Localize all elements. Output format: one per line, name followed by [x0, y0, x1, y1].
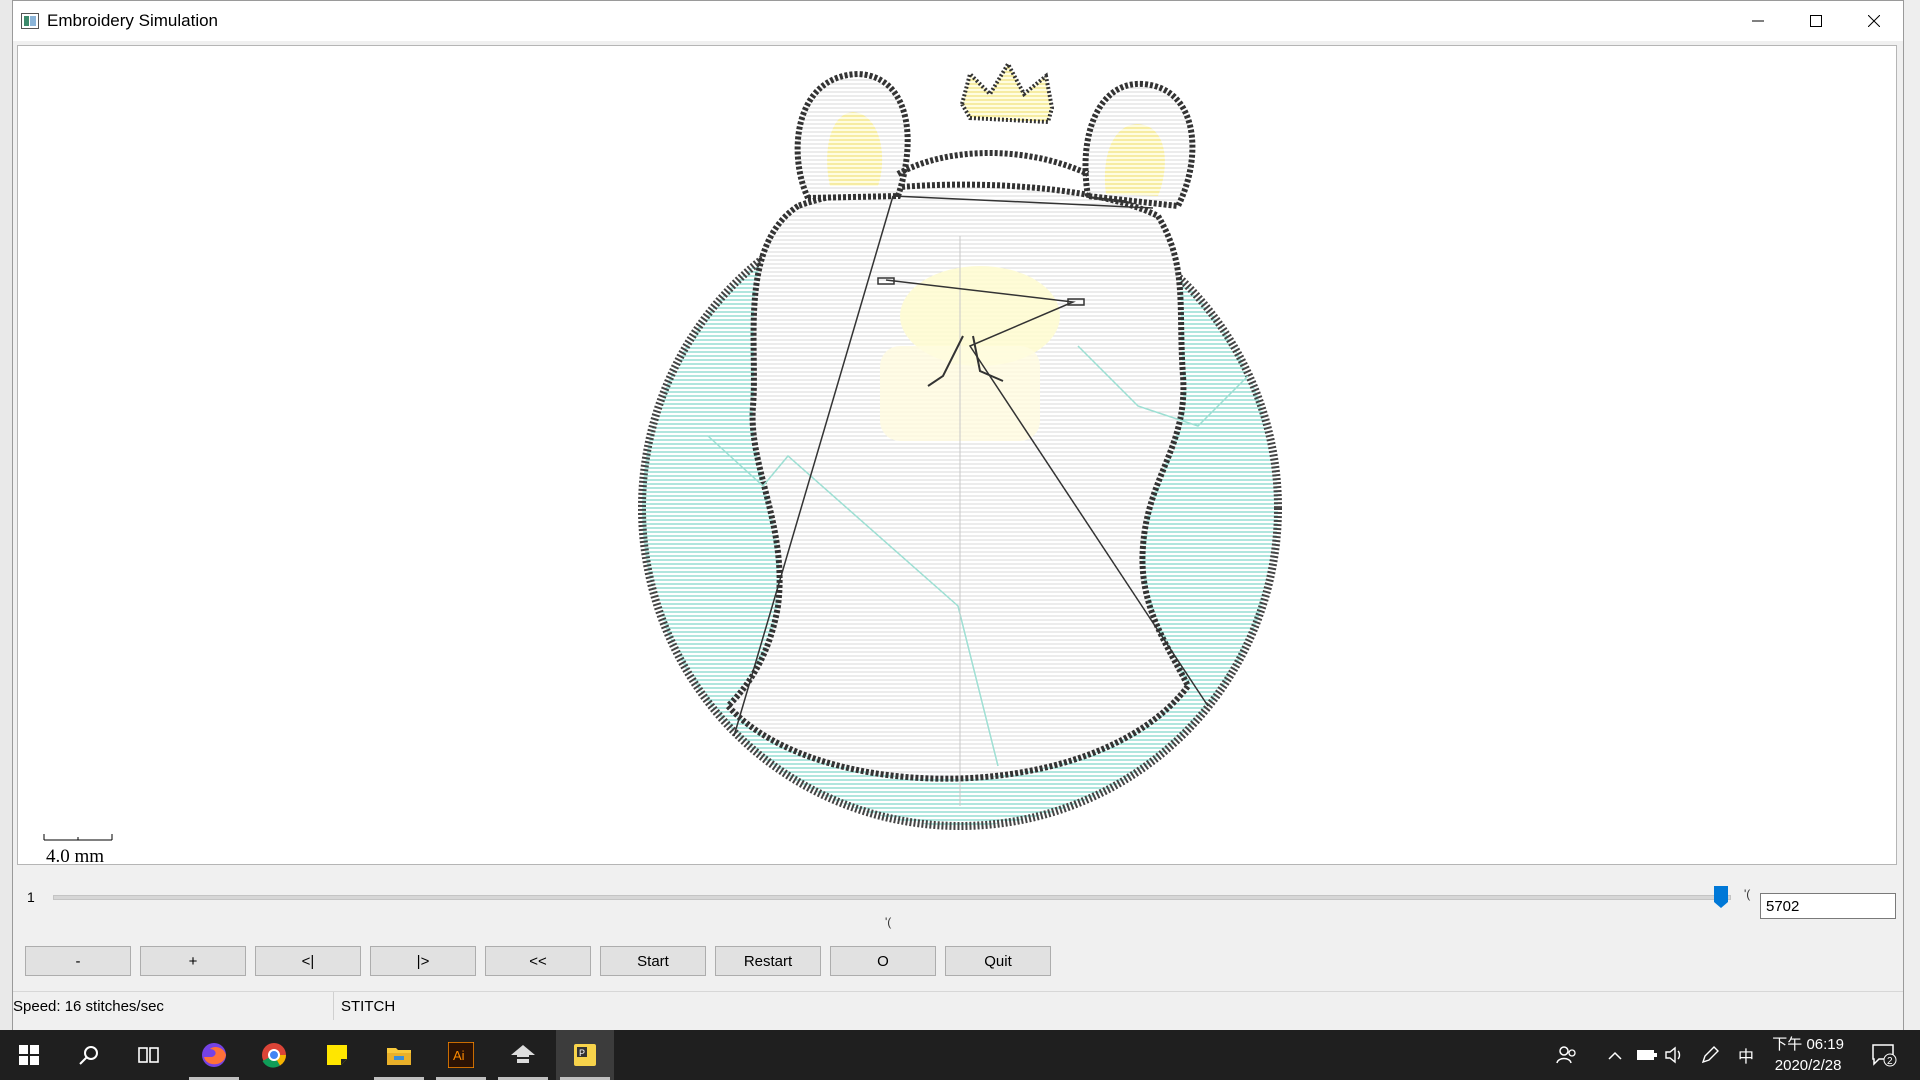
taskbar-illustrator[interactable]: Ai [432, 1030, 490, 1080]
search-button[interactable] [60, 1030, 118, 1080]
control-buttons: - + <| |> << Start Restart O Quit [25, 946, 1051, 976]
slider-tick-label: '( [1744, 887, 1751, 901]
rewind-button[interactable]: << [485, 946, 591, 976]
volume-icon [1665, 1046, 1681, 1064]
taskbar-inkscape[interactable] [494, 1030, 552, 1080]
close-button[interactable] [1845, 1, 1903, 41]
inkscape-icon [511, 1045, 535, 1063]
status-speed: Speed: 16 stitches/sec [13, 992, 334, 1020]
start-button[interactable]: Start [600, 946, 706, 976]
speed-increase-button[interactable]: + [140, 946, 246, 976]
pen-workspace-button[interactable] [1700, 1030, 1720, 1080]
scale-label: 4.0 mm [46, 846, 105, 865]
head-top [896, 150, 1090, 177]
chevron-up-icon [1608, 1051, 1622, 1060]
maximize-icon [1810, 15, 1822, 27]
notification-icon: 2 [1872, 1044, 1897, 1067]
window-title: Embroidery Simulation [47, 11, 219, 30]
embroidery-simulation-window: Embroidery Simulation 4.0 mm 1 '('(570… [12, 0, 1904, 1030]
start-button[interactable] [0, 1030, 58, 1080]
slider-tick-label-mid: '( [885, 915, 892, 929]
embroidery-canvas[interactable]: 4.0 mm [17, 45, 1897, 865]
close-icon [1868, 15, 1880, 27]
people-icon [1556, 1046, 1576, 1064]
minimize-button[interactable] [1729, 1, 1787, 41]
window-controls [1729, 1, 1903, 41]
slider-min-label: 1 [27, 889, 35, 905]
battery-icon [1637, 1050, 1657, 1060]
start-icon [19, 1045, 39, 1065]
taskbar-clock[interactable]: 下午 06:19 2020/2/28 [1772, 1034, 1844, 1076]
status-bar: Speed: 16 stitches/sec STITCH [13, 991, 1903, 1030]
task-view-button[interactable] [120, 1030, 178, 1080]
clock-date: 2020/2/28 [1774, 1057, 1842, 1074]
taskbar-file-explorer[interactable] [370, 1030, 428, 1080]
taskbar-sticky-notes[interactable] [308, 1030, 366, 1080]
file-explorer-icon [387, 1048, 411, 1065]
chrome-icon [262, 1043, 287, 1068]
stitch-slider-thumb[interactable] [1714, 886, 1728, 908]
search-icon [79, 1046, 98, 1065]
background-window-right [1903, 0, 1920, 1030]
stitch-slider-track[interactable] [53, 895, 1731, 900]
crown [959, 59, 1055, 125]
taskbar: Ai P 中 下午 06:19 2020/2/28 2 [0, 1030, 1920, 1080]
taskbar-chrome[interactable] [245, 1030, 303, 1080]
illustrator-icon: Ai [448, 1042, 474, 1068]
volume-button[interactable] [1664, 1030, 1684, 1080]
step-back-button[interactable]: <| [255, 946, 361, 976]
app-icon [21, 13, 39, 29]
svg-text:Ai: Ai [453, 1048, 465, 1063]
task-view-icon [138, 1047, 159, 1063]
notification-count: 2 [1887, 1056, 1893, 1067]
clock-time: 下午 06:19 [1772, 1036, 1844, 1053]
status-mode: STITCH [341, 998, 396, 1015]
sticky-notes-icon [327, 1045, 347, 1065]
taskbar-python[interactable]: P [556, 1030, 614, 1080]
quit-button[interactable]: Quit [945, 946, 1051, 976]
svg-text:P: P [579, 1048, 585, 1058]
step-forward-button[interactable]: |> [370, 946, 476, 976]
scale-bar [43, 834, 113, 841]
action-center-button[interactable]: 2 [1862, 1030, 1906, 1080]
maximize-button[interactable] [1787, 1, 1845, 41]
embroidery-design [638, 59, 1282, 830]
firefox-icon [202, 1043, 226, 1067]
tray-overflow-button[interactable] [1608, 1030, 1622, 1080]
o-button[interactable]: O [830, 946, 936, 976]
taskbar-firefox[interactable] [185, 1030, 243, 1080]
python-icon: P [574, 1044, 596, 1066]
people-button[interactable] [1556, 1030, 1578, 1080]
pen-icon [1701, 1046, 1719, 1064]
restart-button[interactable]: Restart [715, 946, 821, 976]
title-bar[interactable]: Embroidery Simulation [13, 1, 1903, 41]
stitch-number-input[interactable] [1760, 893, 1896, 919]
battery-button[interactable] [1636, 1030, 1658, 1080]
ime-indicator[interactable]: 中 [1738, 1030, 1754, 1080]
speed-decrease-button[interactable]: - [25, 946, 131, 976]
minimize-icon [1752, 20, 1764, 22]
